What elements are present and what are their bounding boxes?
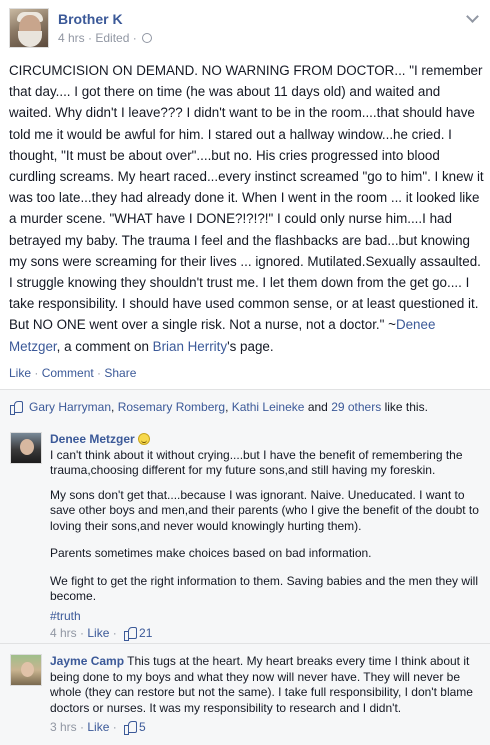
post-header: Brother K 4 hrs · Edited · bbox=[9, 8, 479, 50]
liker-link[interactable]: Rosemary Romberg bbox=[118, 400, 225, 414]
share-button[interactable]: Share bbox=[104, 366, 136, 380]
thumbs-up-icon bbox=[124, 627, 138, 641]
comment-like-button[interactable]: Like bbox=[87, 626, 109, 640]
comment-meta: 3 hrs · Like · 5 bbox=[50, 720, 146, 735]
likes-summary: Gary Harryman, Rosemary Romberg, Kathi L… bbox=[0, 389, 490, 422]
comment-time[interactable]: 3 hrs bbox=[50, 720, 77, 734]
comment-button[interactable]: Comment bbox=[42, 366, 94, 380]
page-owner-link[interactable]: Brian Herrity bbox=[153, 339, 227, 354]
post-text-end: 's page. bbox=[227, 338, 274, 354]
thumbs-up-icon bbox=[10, 401, 23, 415]
others-link[interactable]: 29 others bbox=[331, 400, 381, 414]
comment: Denee Metzger I can't think about it wit… bbox=[10, 432, 482, 642]
comment-text: Parents sometimes make choices based on … bbox=[50, 546, 372, 560]
commenter-name[interactable]: Jayme Camp bbox=[50, 654, 124, 668]
thumbs-up-icon bbox=[124, 721, 138, 735]
like-button[interactable]: Like bbox=[9, 366, 31, 380]
hashtag-link[interactable]: #truth bbox=[50, 609, 81, 623]
edited-label[interactable]: Edited bbox=[95, 31, 129, 45]
chevron-down-icon[interactable] bbox=[467, 12, 477, 22]
comment: Jayme Camp This tugs at the heart. My he… bbox=[10, 654, 482, 736]
post-text: CIRCUMCISION ON DEMAND. NO WARNING FROM … bbox=[9, 63, 484, 333]
comment-like-count[interactable]: 21 bbox=[139, 626, 152, 640]
comment-text: We fight to get the right information to… bbox=[50, 573, 479, 604]
post-actions: Like · Comment · Share bbox=[9, 366, 137, 380]
commenter-avatar[interactable] bbox=[10, 654, 42, 686]
comments-section: Denee Metzger I can't think about it wit… bbox=[0, 422, 490, 745]
post-time[interactable]: 4 hrs bbox=[58, 31, 85, 45]
post-author[interactable]: Brother K bbox=[58, 11, 123, 27]
globe-icon bbox=[142, 33, 153, 43]
author-avatar[interactable] bbox=[9, 8, 49, 48]
comment-text: My sons don't get that....because I was … bbox=[50, 487, 479, 533]
divider bbox=[0, 643, 490, 644]
comment-meta: 4 hrs · Like · 21 bbox=[50, 626, 153, 641]
post-text-mid: , a comment on bbox=[56, 338, 153, 354]
commenter-avatar[interactable] bbox=[10, 432, 42, 464]
comment-like-count[interactable]: 5 bbox=[139, 720, 146, 734]
liker-link[interactable]: Kathi Leineke bbox=[232, 400, 305, 414]
comment-like-button[interactable]: Like bbox=[87, 720, 109, 734]
comment-time[interactable]: 4 hrs bbox=[50, 626, 77, 640]
comment-text: I can't think about it without crying...… bbox=[50, 447, 463, 478]
post-body: CIRCUMCISION ON DEMAND. NO WARNING FROM … bbox=[9, 60, 485, 357]
likes-suffix: like this. bbox=[384, 400, 428, 414]
likes-and: and bbox=[307, 400, 328, 414]
liker-link[interactable]: Gary Harryman bbox=[29, 400, 111, 414]
post-meta: 4 hrs · Edited · bbox=[58, 31, 153, 45]
smiley-icon bbox=[137, 433, 150, 445]
commenter-name[interactable]: Denee Metzger bbox=[50, 432, 135, 446]
